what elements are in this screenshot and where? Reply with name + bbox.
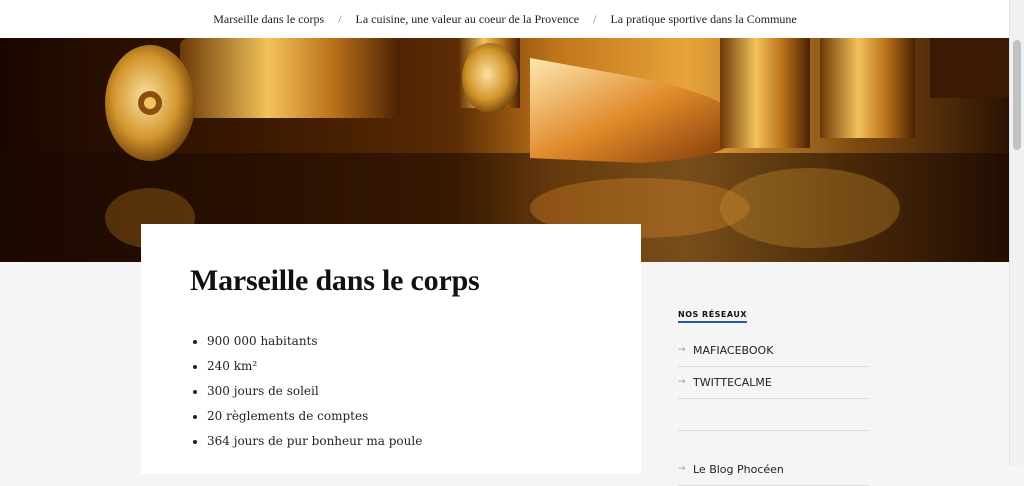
sidebar: NOS RÉSEAUX → MAFIACEBOOK → TWITTECALME …: [678, 302, 869, 486]
nav-separator: /: [338, 11, 342, 26]
list-item: 364 jours de pur bonheur ma poule: [207, 425, 422, 450]
page-title: Marseille dans le corps: [190, 264, 480, 297]
networks-list: → MAFIACEBOOK → TWITTECALME: [678, 335, 869, 399]
blog-links-list: → Le Blog Phocéen: [678, 454, 869, 486]
facts-list: 900 000 habitants 240 km² 300 jours de s…: [189, 325, 422, 450]
link-label[interactable]: MAFIACEBOOK: [693, 335, 773, 366]
link-label[interactable]: Le Blog Phocéen: [693, 454, 784, 485]
scrollbar-thumb[interactable]: [1013, 40, 1021, 150]
sidebar-link-blog[interactable]: → Le Blog Phocéen: [678, 454, 869, 486]
list-item: 240 km²: [207, 350, 422, 375]
main-content-card: Marseille dans le corps 900 000 habitant…: [141, 224, 641, 474]
arrow-right-icon: →: [678, 345, 686, 355]
list-item: 300 jours de soleil: [207, 375, 422, 400]
nav-item-cuisine[interactable]: La cuisine, une valeur au coeur de la Pr…: [356, 12, 580, 27]
nav-item-marseille[interactable]: Marseille dans le corps: [213, 12, 324, 27]
arrow-right-icon: →: [678, 464, 686, 474]
sidebar-link-twittecalme[interactable]: → TWITTECALME: [678, 367, 869, 399]
divider: [678, 430, 869, 431]
sidebar-link-mafiacebook[interactable]: → MAFIACEBOOK: [678, 335, 869, 367]
arrow-right-icon: →: [678, 377, 686, 387]
list-item: 20 règlements de comptes: [207, 400, 422, 425]
nav-item-sport[interactable]: La pratique sportive dans la Commune: [610, 12, 796, 27]
list-item: 900 000 habitants: [207, 325, 422, 350]
link-label[interactable]: TWITTECALME: [693, 367, 772, 398]
scrollbar[interactable]: [1009, 0, 1024, 466]
widget-title: NOS RÉSEAUX: [678, 310, 748, 323]
top-navigation: Marseille dans le corps / La cuisine, un…: [0, 0, 1010, 38]
nav-separator: /: [593, 11, 597, 26]
